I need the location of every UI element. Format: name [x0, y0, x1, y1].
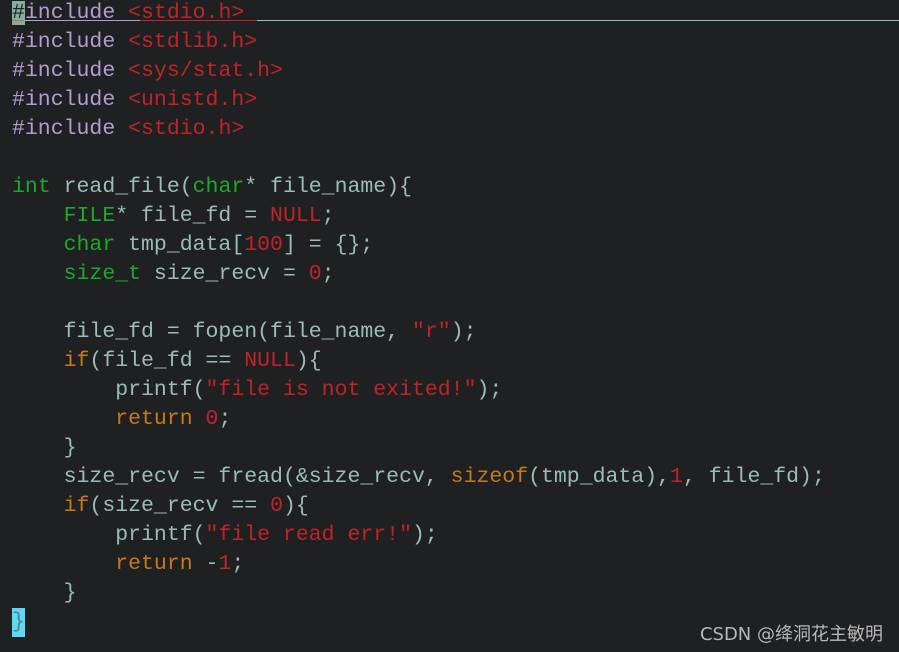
code-token: ; [321, 204, 335, 228]
code-line[interactable]: FILE* file_fd = NULL; [12, 202, 825, 231]
code-token: printf( [12, 523, 206, 547]
code-line[interactable]: } [12, 579, 825, 608]
code-token: tmp_data[ [115, 233, 245, 257]
code-token: ; [218, 407, 232, 431]
code-token: ] = {}; [282, 233, 374, 257]
code-token: "file read err!" [205, 523, 412, 547]
code-token: "file is not exited!" [205, 378, 477, 402]
code-token: #include [12, 59, 129, 83]
code-token: ); [476, 378, 503, 402]
code-line[interactable]: #include <sys/stat.h> [12, 57, 825, 86]
code-line[interactable]: return 0; [12, 405, 825, 434]
code-line[interactable]: int read_file(char* file_name){ [12, 173, 825, 202]
code-token: , file_fd); [682, 465, 825, 489]
code-token: ); [411, 523, 438, 547]
code-line[interactable]: printf("file is not exited!"); [12, 376, 825, 405]
code-token: 0 [205, 407, 219, 431]
code-token: char [63, 233, 116, 257]
code-token: file_fd = fopen(file_name, [12, 320, 412, 344]
code-token: printf( [12, 378, 206, 402]
code-token: NULL [244, 349, 296, 373]
code-token: <stdio.h> [128, 117, 245, 141]
code-token: sizeof [450, 465, 529, 489]
code-token: (size_recv == [89, 494, 271, 518]
text-cursor: } [12, 608, 25, 637]
code-token: ; [231, 552, 245, 576]
code-line[interactable]: size_t size_recv = 0; [12, 260, 825, 289]
code-line[interactable] [12, 289, 825, 318]
code-line[interactable]: #include <stdlib.h> [12, 28, 825, 57]
code-token: } [12, 581, 77, 605]
code-line[interactable]: if(file_fd == NULL){ [12, 347, 825, 376]
code-token: "r" [411, 320, 451, 344]
code-token: 0 [308, 262, 322, 286]
code-line[interactable]: if(size_recv == 0){ [12, 492, 825, 521]
code-line[interactable]: #include <stdio.h> [12, 0, 899, 28]
code-line[interactable]: char tmp_data[100] = {}; [12, 231, 825, 260]
code-token: ); [450, 320, 477, 344]
code-token: size_recv = [141, 262, 309, 286]
code-token: NULL [270, 204, 322, 228]
code-token: - [192, 552, 219, 576]
code-token: ){ [295, 349, 322, 373]
code-token: 0 [270, 494, 283, 518]
current-line-underline [12, 20, 899, 21]
code-token: ; [321, 262, 335, 286]
code-token: return [115, 552, 193, 576]
code-token: FILE [63, 204, 116, 228]
code-line[interactable]: file_fd = fopen(file_name, "r"); [12, 318, 825, 347]
code-token: ){ [282, 494, 309, 518]
watermark: CSDN @绛洞花主敏明 [699, 624, 883, 645]
code-token: if [63, 349, 90, 373]
code-token: size_recv = fread(&size_recv, [12, 465, 451, 489]
code-token: #include [12, 117, 129, 141]
code-token: } [12, 436, 77, 460]
code-token: include [24, 1, 129, 25]
code-token: * file_fd = [115, 204, 271, 228]
code-token: read_file( [50, 175, 193, 199]
text-cursor: # [12, 1, 25, 25]
code-line[interactable]: } [12, 434, 825, 463]
code-token: <stdlib.h> [128, 30, 258, 54]
code-token: char [192, 175, 245, 199]
code-token: (file_fd == [89, 349, 245, 373]
code-token: * file_name){ [244, 175, 412, 199]
code-token: (tmp_data), [528, 465, 671, 489]
code-line[interactable]: return -1; [12, 550, 825, 579]
code-token: <unistd.h> [128, 88, 258, 112]
code-token: #include [12, 30, 129, 54]
code-token: 1 [218, 552, 232, 576]
code-token: <sys/stat.h> [128, 59, 283, 83]
code-editor[interactable]: #include <stdio.h> #include <stdlib.h> #in… [12, 0, 899, 637]
code-line[interactable] [12, 144, 825, 173]
code-line[interactable]: #include <unistd.h> [12, 86, 825, 115]
code-token: #include [12, 88, 129, 112]
code-token: 100 [244, 233, 283, 257]
code-line[interactable]: printf("file read err!"); [12, 521, 825, 550]
code-token: <stdio.h> [128, 1, 245, 25]
code-token: if [63, 494, 90, 518]
code-line[interactable]: #include <stdio.h> [12, 115, 825, 144]
code-token: size_t [63, 262, 142, 286]
code-token: return [115, 407, 193, 431]
code-line[interactable]: size_recv = fread(&size_recv, sizeof(tmp… [12, 463, 825, 492]
code-token: 1 [670, 465, 683, 489]
code-token: int [12, 175, 51, 199]
